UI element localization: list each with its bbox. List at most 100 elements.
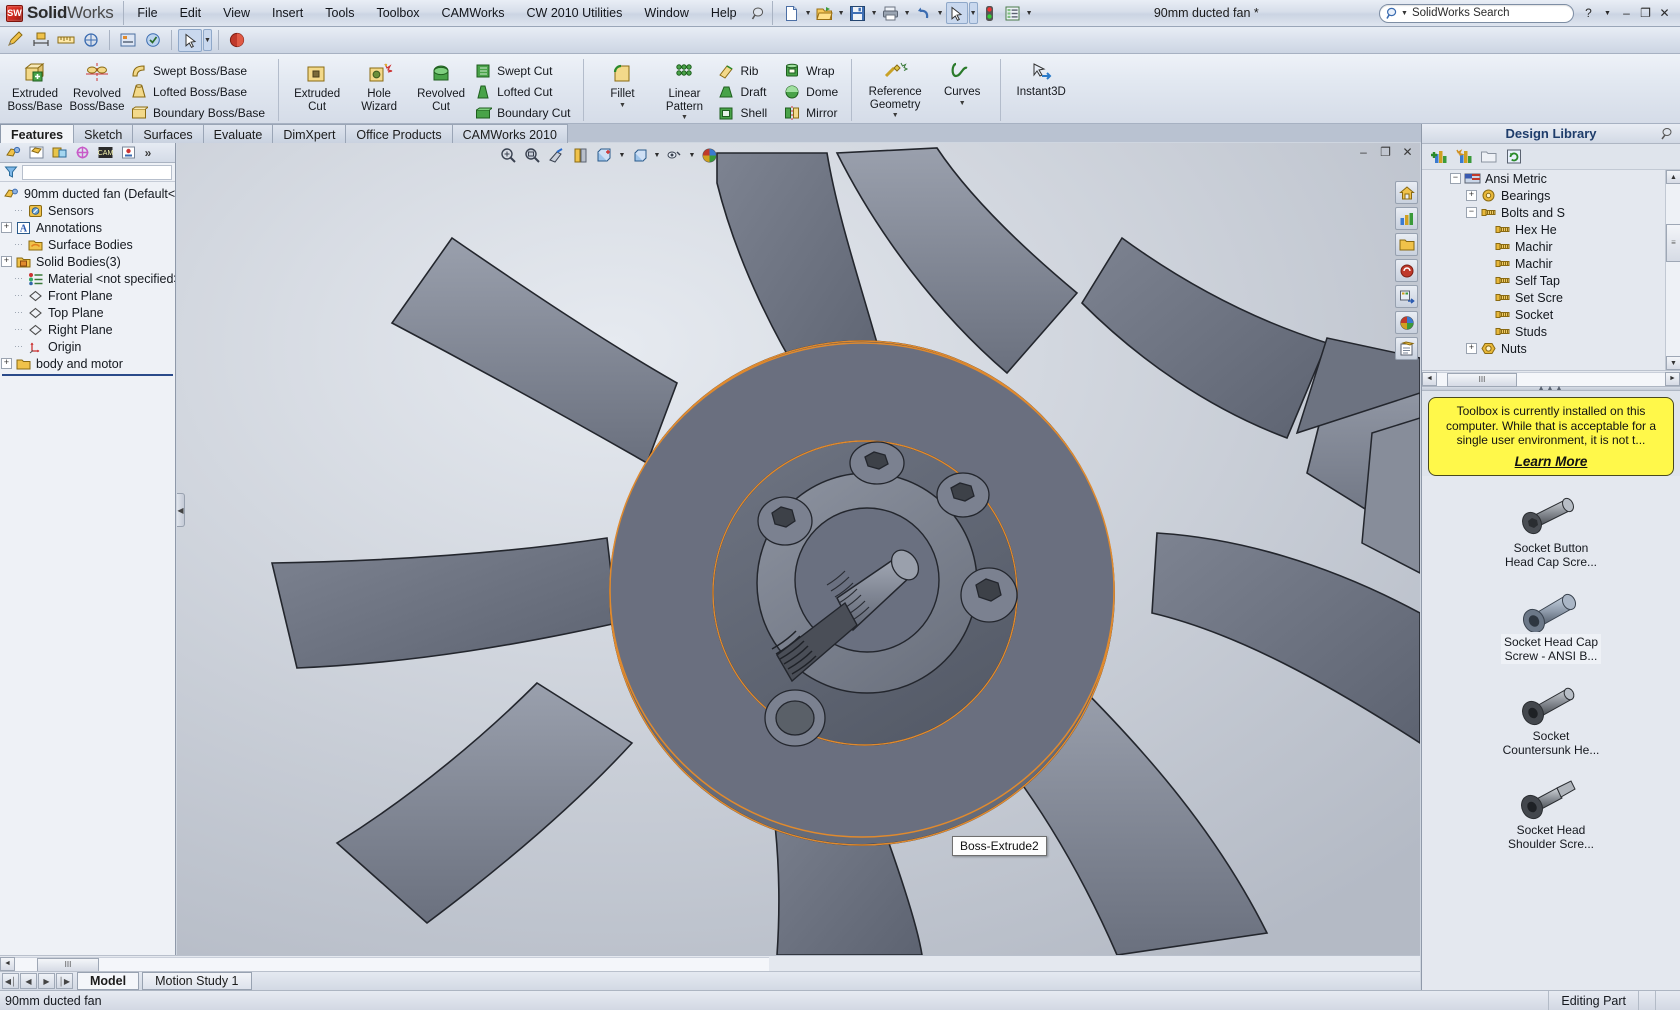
curves-button[interactable]: Curves ▼ <box>931 57 993 107</box>
search-input[interactable]: ▼ SolidWorks Search <box>1379 3 1574 23</box>
tree-node-top-plane[interactable]: ⋯ Top Plane <box>0 304 175 321</box>
lofted-cut-button[interactable]: Lofted Cut <box>472 81 576 102</box>
scroll-left-button[interactable]: ◄ <box>1422 371 1437 386</box>
boundary-cut-button[interactable]: Boundary Cut <box>472 102 576 123</box>
menu-item-camworks[interactable]: CAMWorks <box>431 2 516 24</box>
feature-manager-icon[interactable] <box>2 144 24 162</box>
tab-evaluate[interactable]: Evaluate <box>202 124 274 143</box>
scroll-down-button[interactable]: ▼ <box>1666 356 1680 370</box>
library-item-socket-head-shoulder-screw[interactable]: Socket Head Shoulder Scre... <box>1422 768 1680 852</box>
tree-node-material[interactable]: ⋯ Material <not specified> <box>0 270 175 287</box>
options-dropdown[interactable]: ▼ <box>1025 2 1034 24</box>
tree-node-part-root[interactable]: 90mm ducted fan (Default< ◄ <box>0 185 175 202</box>
tree-node-body-and-motor[interactable]: + body and motor <box>0 355 175 372</box>
graphics-area[interactable]: ▼ ▼ ▼ – ❐ ✕ ◀ Boss-Extrude2 <box>177 143 1420 955</box>
tree-expander[interactable]: − <box>1466 207 1477 218</box>
scroll-thumb[interactable]: III <box>37 957 99 972</box>
configuration-manager-icon[interactable] <box>48 144 70 162</box>
filter-icon[interactable] <box>4 165 18 179</box>
next-tab-button[interactable]: ▶ <box>38 973 55 989</box>
section-view-icon[interactable] <box>545 145 568 166</box>
property-manager-icon[interactable] <box>25 144 47 162</box>
create-new-folder-icon[interactable] <box>1478 146 1500 167</box>
select-tool-icon[interactable] <box>945 2 968 24</box>
tree-node-origin[interactable]: ⋯ Origin <box>0 338 175 355</box>
swept-cut-button[interactable]: Swept Cut <box>472 60 576 81</box>
library-item-socket-button-head-cap-screw[interactable]: Socket Button Head Cap Scre... <box>1422 486 1680 570</box>
dl-node-bolts-and-screws[interactable]: − Bolts and S <box>1422 204 1680 221</box>
new-document-dropdown[interactable]: ▼ <box>804 2 813 24</box>
pushpin-icon[interactable] <box>1658 125 1675 142</box>
more-tabs-icon[interactable]: » <box>140 144 156 162</box>
scroll-track[interactable]: III <box>1437 371 1665 387</box>
dl-node-socket[interactable]: Socket <box>1422 306 1680 323</box>
dl-node-studs[interactable]: Studs <box>1422 323 1680 340</box>
notes-icon[interactable] <box>1395 337 1418 360</box>
save-dropdown[interactable]: ▼ <box>870 2 879 24</box>
linear-pattern-button[interactable]: Linear Pattern ▼ <box>653 57 715 121</box>
dl-node-set-screws[interactable]: Set Scre <box>1422 289 1680 306</box>
tab-features[interactable]: Features <box>0 124 75 143</box>
scroll-track[interactable]: III <box>15 956 769 972</box>
new-document-icon[interactable] <box>781 2 803 24</box>
feature-filter-input[interactable] <box>22 164 172 180</box>
hole-wizard-button[interactable]: Hole Wizard <box>348 57 410 113</box>
scroll-right-button[interactable]: ► <box>1665 371 1680 386</box>
menu-item-cw-2010-utilities[interactable]: CW 2010 Utilities <box>516 2 634 24</box>
draft-button[interactable]: Draft <box>715 81 773 102</box>
menu-item-view[interactable]: View <box>212 2 261 24</box>
dl-node-hex-head[interactable]: Hex He <box>1422 221 1680 238</box>
options-icon[interactable] <box>1002 2 1024 24</box>
lofted-boss-base-button[interactable]: Lofted Boss/Base <box>128 81 271 102</box>
tree-expander[interactable]: + <box>1466 190 1477 201</box>
dome-button[interactable]: Dome <box>781 81 844 102</box>
appearances-icon[interactable] <box>1395 259 1418 282</box>
dl-node-nuts[interactable]: + Nuts <box>1422 340 1680 357</box>
dl-node-machine-screws-2[interactable]: Machir <box>1422 255 1680 272</box>
view-cube-icon[interactable] <box>628 145 651 166</box>
graphics-restore-button[interactable]: ❐ <box>1377 143 1394 160</box>
camworks-sim-icon[interactable] <box>141 29 165 52</box>
dl-node-self-tapping[interactable]: Self Tap <box>1422 272 1680 289</box>
dl-node-machine-screws-1[interactable]: Machir <box>1422 238 1680 255</box>
cam-manager-icon[interactable]: CAM <box>94 144 116 162</box>
tree-expander[interactable]: + <box>1466 343 1477 354</box>
sketch-tool-icon[interactable] <box>4 29 28 52</box>
instant3d-button[interactable]: Instant3D <box>1008 57 1074 99</box>
learn-more-link[interactable]: Learn More <box>1436 454 1666 470</box>
design-library-splitter[interactable]: ▲▲▲ <box>1422 385 1680 392</box>
zoom-to-fit-icon[interactable] <box>497 145 520 166</box>
tree-expander[interactable]: + <box>1 256 12 267</box>
scroll-up-button[interactable]: ▲ <box>1666 170 1680 184</box>
scroll-thumb[interactable]: III <box>1447 372 1517 387</box>
design-library-vertical-scrollbar[interactable]: ▲ ≡ ▼ <box>1665 170 1680 370</box>
library-item-socket-countersunk-head-screw[interactable]: Socket Countersunk He... <box>1422 674 1680 758</box>
fan-model-3d[interactable] <box>177 143 1420 955</box>
fillet-dropdown[interactable]: ▼ <box>619 102 626 109</box>
print-icon[interactable] <box>880 2 902 24</box>
tree-expander[interactable]: − <box>1450 173 1461 184</box>
restore-button[interactable]: ❐ <box>1637 5 1654 22</box>
display-manager-icon[interactable] <box>117 144 139 162</box>
linear-pattern-dropdown[interactable]: ▼ <box>681 114 688 121</box>
add-file-location-icon[interactable] <box>1453 146 1475 167</box>
help-button[interactable]: ? <box>1580 5 1597 22</box>
menu-item-tools[interactable]: Tools <box>314 2 365 24</box>
fillet-button[interactable]: Fillet ▼ <box>591 57 653 109</box>
display-style-icon[interactable] <box>593 145 616 166</box>
smart-dimension-icon[interactable] <box>29 29 53 52</box>
graphics-close-button[interactable]: ✕ <box>1399 143 1416 160</box>
measure-icon[interactable] <box>54 29 78 52</box>
tree-expander[interactable]: + <box>1 358 12 369</box>
custom-properties-icon[interactable] <box>1395 285 1418 308</box>
tab-model[interactable]: Model <box>77 972 140 990</box>
boundary-boss-base-button[interactable]: Boundary Boss/Base <box>128 102 271 123</box>
reference-geometry-button[interactable]: Reference Geometry ▼ <box>859 57 931 119</box>
undo-icon[interactable] <box>913 2 935 24</box>
appearance-sphere-icon[interactable] <box>225 29 249 52</box>
undo-dropdown[interactable]: ▼ <box>936 2 945 24</box>
view-cube-dropdown[interactable]: ▼ <box>652 145 662 166</box>
tree-node-solid-bodies[interactable]: + Solid Bodies(3) <box>0 253 175 270</box>
menu-item-file[interactable]: File <box>126 2 168 24</box>
last-tab-button[interactable]: │▶ <box>56 973 73 989</box>
